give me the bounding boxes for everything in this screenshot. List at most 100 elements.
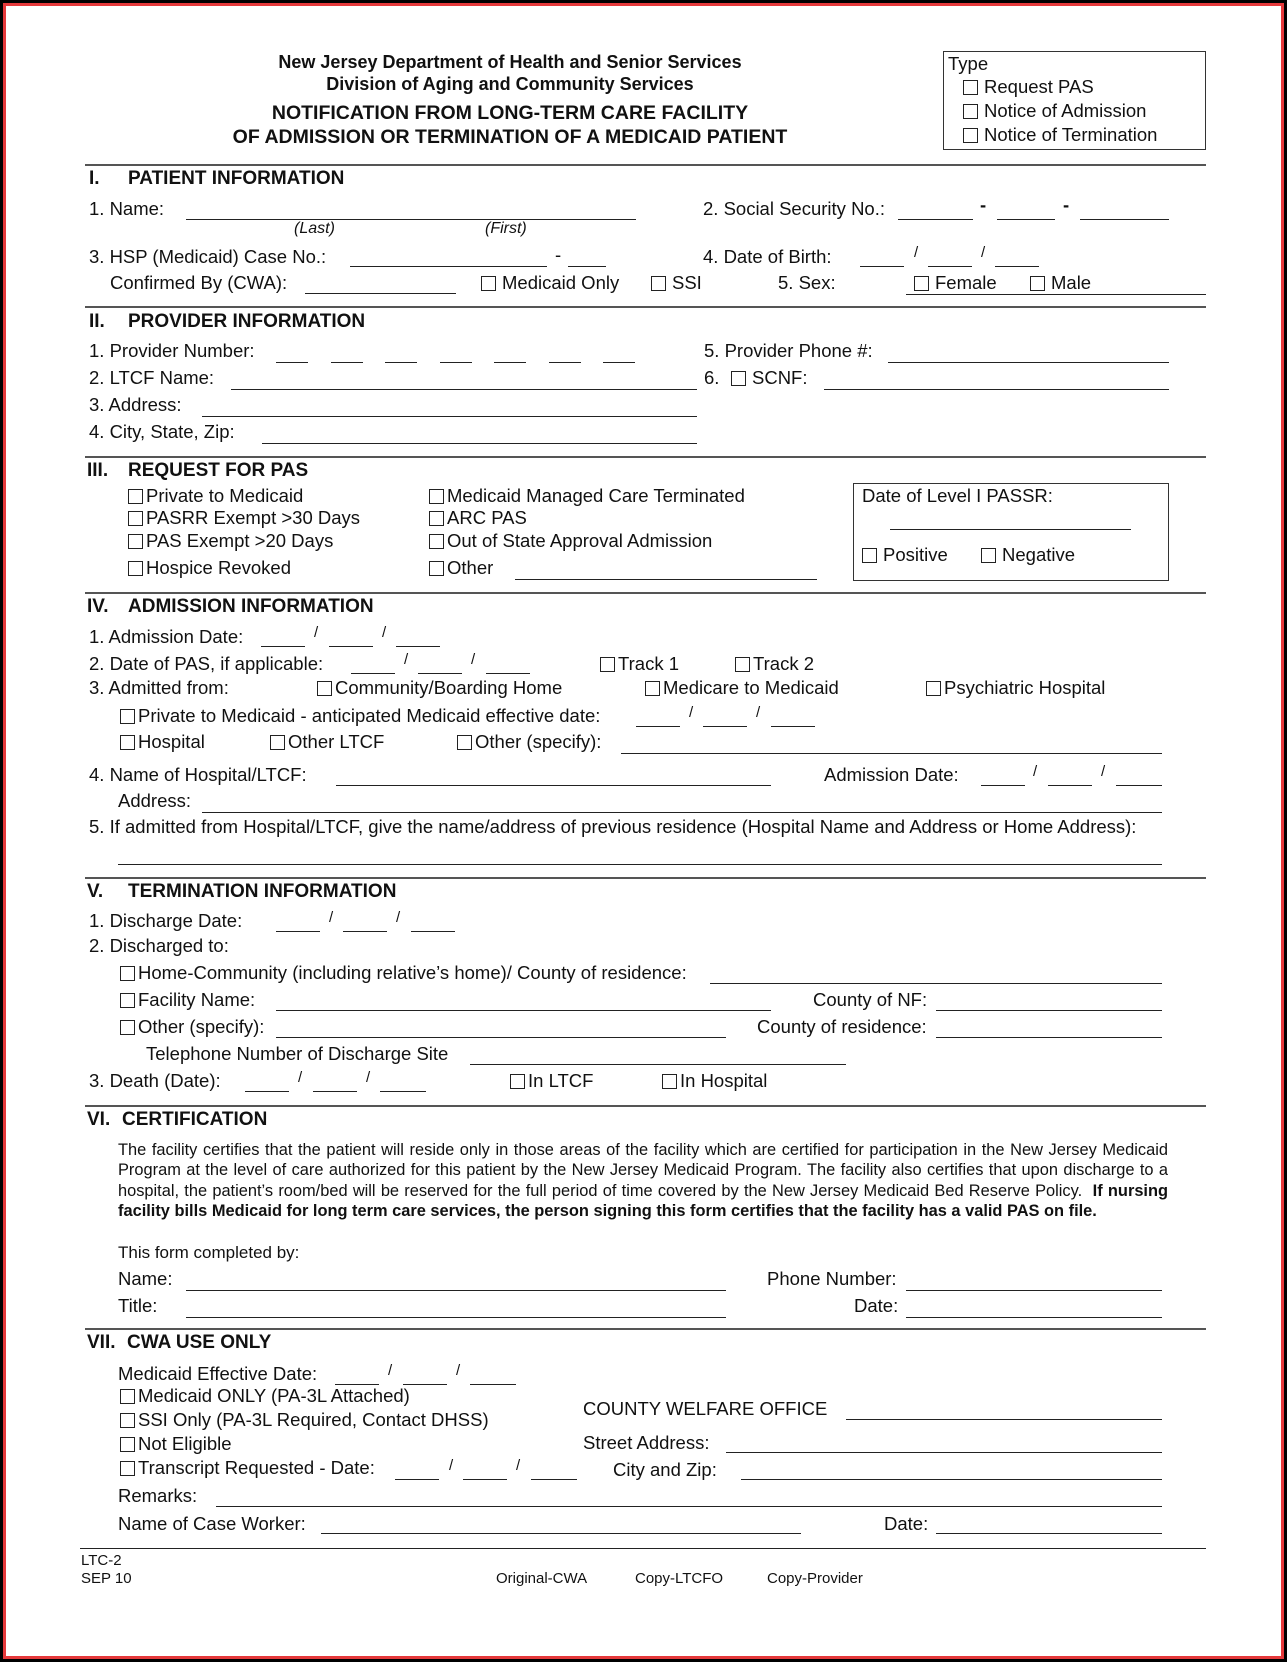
transcript-date-year[interactable] bbox=[531, 1479, 577, 1480]
dob-day[interactable] bbox=[928, 266, 972, 267]
checkbox[interactable] bbox=[128, 489, 143, 504]
checkbox[interactable] bbox=[651, 276, 666, 291]
checkbox[interactable] bbox=[429, 561, 444, 576]
prior-admission-day[interactable] bbox=[1048, 785, 1092, 786]
checkbox[interactable] bbox=[735, 657, 750, 672]
death-date-month[interactable] bbox=[245, 1091, 289, 1092]
death-in-ltcf-option[interactable]: In LTCF bbox=[510, 1070, 593, 1092]
checkbox[interactable] bbox=[120, 735, 135, 750]
type-notice-termination[interactable]: Notice of Termination bbox=[963, 124, 1157, 146]
provider-address-field[interactable] bbox=[202, 416, 697, 417]
checkbox[interactable] bbox=[600, 657, 615, 672]
cwa-ssi-only-option[interactable]: SSI Only (PA-3L Required, Contact DHSS) bbox=[120, 1409, 489, 1431]
transcript-date-month[interactable] bbox=[395, 1479, 439, 1480]
provider-city-field[interactable] bbox=[262, 443, 697, 444]
death-in-hospital-option[interactable]: In Hospital bbox=[662, 1070, 767, 1092]
previous-residence-field[interactable] bbox=[118, 864, 1162, 865]
discharge-date-day[interactable] bbox=[343, 931, 387, 932]
checkbox[interactable] bbox=[662, 1074, 677, 1089]
remarks-field[interactable] bbox=[216, 1506, 1162, 1507]
discharge-home-option[interactable]: Home-Community (including relative’s hom… bbox=[120, 962, 687, 984]
pas-other-field[interactable] bbox=[515, 579, 817, 580]
completer-title-field[interactable] bbox=[186, 1317, 726, 1318]
from-hospital-option[interactable]: Hospital bbox=[120, 731, 205, 753]
checkbox[interactable] bbox=[429, 534, 444, 549]
checkbox[interactable] bbox=[120, 1389, 135, 1404]
discharge-phone-field[interactable] bbox=[470, 1064, 846, 1065]
hospital-name-field[interactable] bbox=[336, 785, 771, 786]
prior-admission-month[interactable] bbox=[981, 785, 1025, 786]
passr-date-field[interactable] bbox=[890, 529, 1131, 530]
death-date-year[interactable] bbox=[380, 1091, 426, 1092]
from-other-field[interactable] bbox=[621, 753, 1162, 754]
checkbox[interactable] bbox=[862, 548, 877, 563]
ssn-field-1[interactable] bbox=[898, 219, 973, 220]
cwa-city-zip-field[interactable] bbox=[741, 1479, 1162, 1480]
confirmed-by-field[interactable] bbox=[305, 293, 456, 294]
checkbox[interactable] bbox=[963, 80, 978, 95]
pas-private-to-medicaid[interactable]: Private to Medicaid bbox=[128, 485, 303, 507]
checkbox[interactable] bbox=[128, 561, 143, 576]
provider-digit-field[interactable] bbox=[603, 362, 635, 363]
pas-date-year[interactable] bbox=[486, 673, 530, 674]
checkbox[interactable] bbox=[120, 1461, 135, 1476]
cwa-street-address-field[interactable] bbox=[726, 1452, 1162, 1453]
anticipated-date-month[interactable] bbox=[636, 726, 680, 727]
from-private-option[interactable]: Private to Medicaid - anticipated Medica… bbox=[120, 705, 600, 727]
scnf-field[interactable] bbox=[824, 389, 1169, 390]
sex-female-option[interactable]: Female bbox=[914, 272, 997, 294]
checkbox[interactable] bbox=[120, 993, 135, 1008]
county-welfare-office-field[interactable] bbox=[846, 1419, 1162, 1420]
transcript-date-day[interactable] bbox=[463, 1479, 507, 1480]
anticipated-date-day[interactable] bbox=[703, 726, 747, 727]
pas-date-month[interactable] bbox=[351, 673, 395, 674]
provider-phone-field[interactable] bbox=[888, 362, 1169, 363]
discharge-other-field[interactable] bbox=[276, 1037, 726, 1038]
completer-phone-field[interactable] bbox=[906, 1290, 1162, 1291]
scnf-option[interactable]: SCNF: bbox=[731, 367, 808, 389]
checkbox[interactable] bbox=[731, 371, 746, 386]
provider-digit-field[interactable] bbox=[385, 362, 417, 363]
checkbox[interactable] bbox=[926, 681, 941, 696]
admission-date-year[interactable] bbox=[396, 646, 440, 647]
from-other-option[interactable]: Other (specify): bbox=[457, 731, 601, 753]
case-worker-field[interactable] bbox=[321, 1533, 801, 1534]
hospital-address-field[interactable] bbox=[202, 812, 1162, 813]
cwa-transcript-option[interactable]: Transcript Requested - Date: bbox=[120, 1457, 375, 1479]
discharge-other-option[interactable]: Other (specify): bbox=[120, 1016, 264, 1038]
provider-digit-field[interactable] bbox=[331, 362, 363, 363]
checkbox[interactable] bbox=[645, 681, 660, 696]
checkbox[interactable] bbox=[1030, 276, 1045, 291]
checkbox[interactable] bbox=[429, 511, 444, 526]
cwa-medicaid-only-option[interactable]: Medicaid ONLY (PA-3L Attached) bbox=[120, 1385, 410, 1407]
county-residence-field[interactable] bbox=[936, 1037, 1162, 1038]
provider-digit-field[interactable] bbox=[276, 362, 308, 363]
pas-hospice-revoked[interactable]: Hospice Revoked bbox=[128, 557, 291, 579]
type-notice-admission[interactable]: Notice of Admission bbox=[963, 100, 1146, 122]
pas-other[interactable]: Other bbox=[429, 557, 493, 579]
passr-negative-option[interactable]: Negative bbox=[981, 544, 1075, 566]
checkbox[interactable] bbox=[429, 489, 444, 504]
checkbox[interactable] bbox=[270, 735, 285, 750]
dob-month[interactable] bbox=[860, 266, 904, 267]
medicaid-only-option[interactable]: Medicaid Only bbox=[481, 272, 619, 294]
ssn-field-3[interactable] bbox=[1080, 219, 1169, 220]
provider-digit-field[interactable] bbox=[440, 362, 472, 363]
pas-date-day[interactable] bbox=[418, 673, 462, 674]
pas-pasrr-exempt[interactable]: PASRR Exempt >30 Days bbox=[128, 507, 360, 529]
effective-date-year[interactable] bbox=[470, 1384, 516, 1385]
checkbox[interactable] bbox=[914, 276, 929, 291]
death-date-day[interactable] bbox=[313, 1091, 357, 1092]
pas-managed-care-terminated[interactable]: Medicaid Managed Care Terminated bbox=[429, 485, 745, 507]
admission-date-month[interactable] bbox=[261, 646, 305, 647]
track-1-option[interactable]: Track 1 bbox=[600, 653, 679, 675]
prior-admission-year[interactable] bbox=[1116, 785, 1162, 786]
completer-date-field[interactable] bbox=[906, 1317, 1162, 1318]
completer-name-field[interactable] bbox=[186, 1290, 726, 1291]
passr-positive-option[interactable]: Positive bbox=[862, 544, 948, 566]
admission-date-day[interactable] bbox=[329, 646, 373, 647]
checkbox[interactable] bbox=[457, 735, 472, 750]
provider-digit-field[interactable] bbox=[494, 362, 526, 363]
cwa-not-eligible-option[interactable]: Not Eligible bbox=[120, 1433, 232, 1455]
cwa-date-field[interactable] bbox=[936, 1533, 1162, 1534]
